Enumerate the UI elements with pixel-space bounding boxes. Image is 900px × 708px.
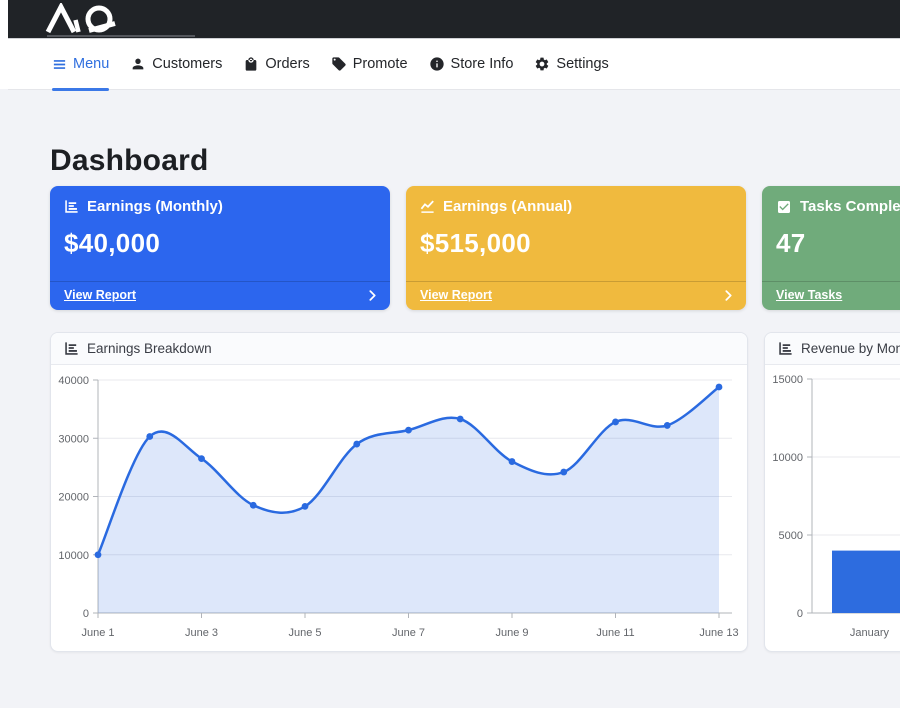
svg-text:June 7: June 7 xyxy=(392,627,425,639)
stat-card-title: Tasks Completed xyxy=(800,198,900,215)
brand-logo-icon xyxy=(42,3,134,35)
stat-card-value: $40,000 xyxy=(64,228,376,259)
svg-text:June 13: June 13 xyxy=(699,627,738,639)
person-icon xyxy=(130,56,146,72)
nav-item-menu[interactable]: Menu xyxy=(52,39,109,89)
nav-item-label: Store Info xyxy=(451,56,514,72)
gear-icon xyxy=(534,56,550,72)
svg-text:30000: 30000 xyxy=(58,433,89,445)
nav-item-label: Menu xyxy=(73,56,109,72)
stat-card-title-row: Earnings (Annual) xyxy=(420,198,732,215)
svg-text:January: January xyxy=(850,627,890,639)
stat-card-earnings-monthly: Earnings (Monthly) $40,000 View Report xyxy=(50,186,390,310)
earnings-breakdown-chart: 0 10000 20000 30000 40000 June 1 June 3 June 5 J… xyxy=(51,365,747,650)
line-chart-canvas: 0 10000 20000 30000 40000 June 1 June 3 June 5 J… xyxy=(51,365,745,650)
chart-title: Earnings Breakdown xyxy=(87,341,212,356)
stat-card-body: Tasks Completed 47 xyxy=(762,186,900,259)
logo-underline xyxy=(47,35,195,37)
svg-text:10000: 10000 xyxy=(772,452,803,464)
nav-item-label: Customers xyxy=(152,56,222,72)
stat-card-title-row: Tasks Completed xyxy=(776,198,900,215)
chevron-right-icon xyxy=(725,290,732,301)
charts-row: Earnings Breakdown 0 10000 20000 30000 40000… xyxy=(50,332,900,652)
view-report-link[interactable]: View Report xyxy=(420,288,492,302)
svg-text:June 5: June 5 xyxy=(288,627,321,639)
svg-text:40000: 40000 xyxy=(58,375,89,387)
revenue-by-month-header: Revenue by Month xyxy=(765,333,900,365)
check-square-icon xyxy=(776,199,792,215)
svg-text:10000: 10000 xyxy=(58,550,89,562)
earnings-breakdown-card: Earnings Breakdown 0 10000 20000 30000 40000… xyxy=(50,332,748,652)
svg-text:0: 0 xyxy=(797,608,803,620)
revenue-by-month-card: Revenue by Month 0 5000 10000 15000 January xyxy=(764,332,900,652)
svg-text:15000: 15000 xyxy=(772,374,803,386)
stat-card-title: Earnings (Monthly) xyxy=(87,198,223,215)
svg-text:June 9: June 9 xyxy=(495,627,528,639)
nav-item-settings[interactable]: Settings xyxy=(534,39,608,89)
hamburger-icon xyxy=(52,57,67,72)
chevron-right-icon xyxy=(369,290,376,301)
revenue-by-month-chart: 0 5000 10000 15000 January xyxy=(765,365,900,650)
stat-card-body: Earnings (Annual) $515,000 xyxy=(406,186,746,259)
stat-card-tasks-completed: Tasks Completed 47 View Tasks xyxy=(762,186,900,310)
svg-text:5000: 5000 xyxy=(779,530,803,542)
svg-text:June 11: June 11 xyxy=(596,627,634,639)
stat-card-title-row: Earnings (Monthly) xyxy=(64,198,376,215)
svg-text:June 3: June 3 xyxy=(185,627,218,639)
bar-chart-canvas: 0 5000 10000 15000 January xyxy=(765,365,900,650)
stat-card-footer: View Report xyxy=(406,281,746,310)
view-tasks-link[interactable]: View Tasks xyxy=(776,288,842,302)
stat-card-footer: View Report xyxy=(50,281,390,310)
stat-card-earnings-annual: Earnings (Annual) $515,000 View Report xyxy=(406,186,746,310)
topbar xyxy=(8,0,900,39)
line-chart-icon xyxy=(420,199,435,214)
nav-item-orders[interactable]: Orders xyxy=(243,39,309,89)
shopping-bag-icon xyxy=(243,56,259,72)
nav-item-label: Orders xyxy=(265,56,309,72)
tag-icon xyxy=(331,56,347,72)
svg-text:0: 0 xyxy=(83,608,89,620)
nav-item-label: Promote xyxy=(353,56,408,72)
view-report-link[interactable]: View Report xyxy=(64,288,136,302)
stat-card-title: Earnings (Annual) xyxy=(443,198,572,215)
bar-chart-icon xyxy=(778,341,793,356)
earnings-breakdown-header: Earnings Breakdown xyxy=(51,333,747,365)
nav-item-store-info[interactable]: Store Info xyxy=(429,39,514,89)
nav-item-promote[interactable]: Promote xyxy=(331,39,408,89)
main-nav: Menu Customers Orders Promote Store Info Sett… xyxy=(8,39,900,90)
stat-cards-row: Earnings (Monthly)$40,000View ReportEarn… xyxy=(50,186,900,310)
stat-card-footer: View Tasks xyxy=(762,281,900,310)
svg-text:20000: 20000 xyxy=(58,492,89,504)
bar-chart-icon xyxy=(64,199,79,214)
stat-card-body: Earnings (Monthly) $40,000 xyxy=(50,186,390,259)
info-icon xyxy=(429,56,445,72)
stat-card-value: 47 xyxy=(776,228,900,259)
svg-text:June 1: June 1 xyxy=(81,627,114,639)
bar-chart-icon xyxy=(64,341,79,356)
chart-title: Revenue by Month xyxy=(801,341,900,356)
stat-card-value: $515,000 xyxy=(420,228,732,259)
nav-item-label: Settings xyxy=(556,56,608,72)
nav-item-customers[interactable]: Customers xyxy=(130,39,222,89)
main-content: Dashboard Earnings (Monthly) $40,000 View … xyxy=(0,90,900,652)
page-title: Dashboard xyxy=(50,145,900,177)
